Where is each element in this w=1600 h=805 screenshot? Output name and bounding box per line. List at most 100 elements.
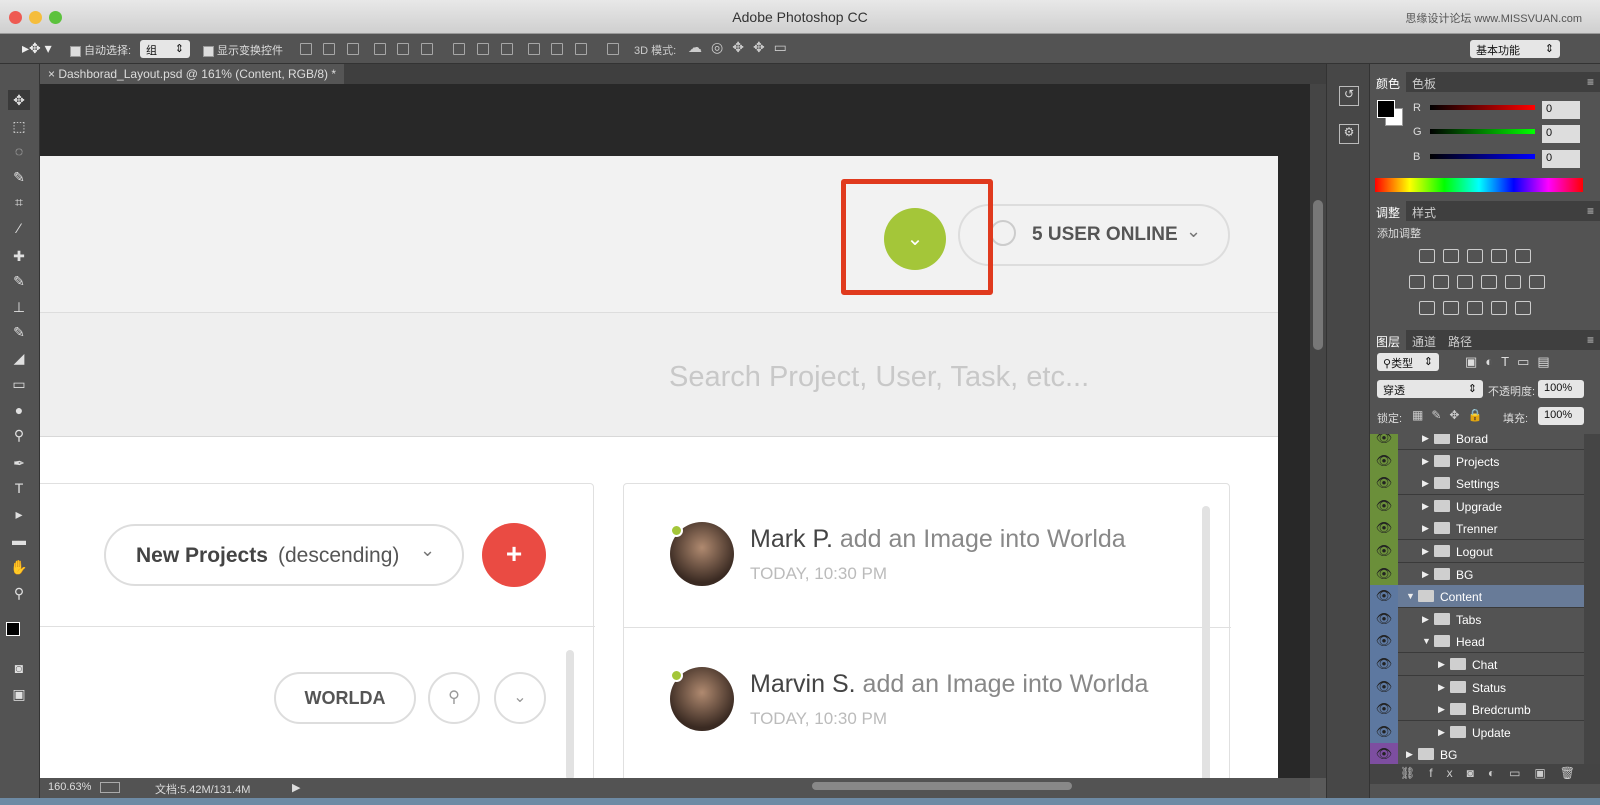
rectangle-tool-icon[interactable]: ▬ [8, 530, 30, 550]
layer-filter-icons[interactable]: ▣◐T▭▤ [1465, 354, 1558, 370]
layer-row[interactable]: 👁 ▶ Borad [1370, 434, 1584, 450]
align-right-icon[interactable] [421, 43, 433, 55]
distribute-left-icon[interactable] [528, 43, 540, 55]
layer-row[interactable]: 👁 ▶ Settings [1370, 472, 1584, 496]
tab-color[interactable]: 颜色 [1370, 72, 1407, 95]
expand-arrow-icon[interactable]: ▶ [1438, 727, 1446, 737]
vertical-scroll-thumb[interactable] [1313, 200, 1323, 350]
visibility-eye-icon[interactable]: 👁 [1370, 743, 1398, 764]
zoom-level[interactable]: 160.63% [48, 781, 91, 793]
auto-align-icon[interactable] [607, 43, 619, 55]
align-left-icon[interactable] [374, 43, 386, 55]
visibility-eye-icon[interactable]: 👁 [1370, 540, 1398, 563]
layer-row[interactable]: 👁 ▶ Trenner [1370, 517, 1584, 541]
lasso-tool-icon[interactable]: ◌ [8, 141, 30, 161]
zoom-preview-icon[interactable] [100, 782, 120, 793]
align-vcenter-icon[interactable] [323, 43, 335, 55]
marquee-tool-icon[interactable]: ⬚ [8, 116, 30, 136]
visibility-eye-icon[interactable]: 👁 [1370, 698, 1398, 722]
eraser-tool-icon[interactable]: ◢ [8, 348, 30, 368]
blur-tool-icon[interactable]: ● [8, 400, 30, 420]
panel-menu-icon[interactable]: ≡ [1581, 330, 1600, 350]
expand-arrow-icon[interactable]: ▶ [1422, 614, 1430, 624]
zoom-tool-icon[interactable]: ⚲ [8, 583, 30, 603]
visibility-eye-icon[interactable]: 👁 [1370, 675, 1398, 699]
move-tool-icon[interactable]: ✥ [8, 90, 30, 110]
visibility-eye-icon[interactable]: 👁 [1370, 607, 1398, 631]
layer-row[interactable]: 👁 ▶ BG [1370, 743, 1584, 764]
channel-r-value[interactable]: 0 [1542, 101, 1580, 119]
move-tool-preset-icon[interactable]: ▸✥ ▾ [22, 40, 52, 57]
posterize-adjust-icon[interactable] [1443, 301, 1459, 315]
expand-arrow-icon[interactable]: ▶ [1422, 501, 1430, 511]
black-white-adjust-icon[interactable] [1457, 275, 1473, 289]
expand-arrow-icon[interactable]: ▶ [1406, 749, 1414, 759]
layer-row[interactable]: 👁 ▶ Tabs [1370, 607, 1584, 631]
document-tab[interactable]: × Dashborad_Layout.psd @ 161% (Content, … [40, 64, 345, 84]
dodge-tool-icon[interactable]: ⚲ [8, 425, 30, 445]
selective-color-adjust-icon[interactable] [1491, 301, 1507, 315]
levels-adjust-icon[interactable] [1443, 249, 1459, 263]
clone-stamp-tool-icon[interactable]: ⊥ [8, 297, 30, 317]
distribute-right-icon[interactable] [575, 43, 587, 55]
pen-tool-icon[interactable]: ✒ [8, 453, 30, 473]
foreground-color-swatch[interactable] [6, 622, 20, 636]
history-brush-tool-icon[interactable]: ✎ [8, 322, 30, 342]
auto-select-dropdown[interactable]: 组 ⇕ [140, 40, 190, 58]
visibility-eye-icon[interactable]: 👁 [1370, 630, 1398, 654]
color-spectrum-bar[interactable] [1375, 178, 1583, 192]
layer-row[interactable]: 👁 ▶ Upgrade [1370, 494, 1584, 518]
tab-adjustments[interactable]: 调整 [1370, 201, 1407, 224]
layer-row[interactable]: 👁 ▼ Content [1370, 585, 1584, 609]
status-menu-arrow-icon[interactable]: ▶ [292, 781, 300, 794]
expand-arrow-icon[interactable]: ▶ [1422, 569, 1430, 579]
quick-select-tool-icon[interactable]: ✎ [8, 167, 30, 187]
layer-row[interactable]: 👁 ▶ Chat [1370, 653, 1584, 676]
layer-row[interactable]: 👁 ▶ Logout [1370, 540, 1584, 563]
channel-g-value[interactable]: 0 [1542, 125, 1580, 143]
invert-adjust-icon[interactable] [1419, 301, 1435, 315]
visibility-eye-icon[interactable]: 👁 [1370, 585, 1398, 609]
screen-mode-icon[interactable]: ▣ [8, 684, 30, 704]
workspace-dropdown[interactable]: 基本功能 ⇕ [1470, 40, 1560, 58]
expand-arrow-icon[interactable]: ▶ [1438, 704, 1446, 714]
tab-paths[interactable]: 路径 [1442, 330, 1478, 353]
distribute-vcenter-icon[interactable] [477, 43, 489, 55]
visibility-eye-icon[interactable]: 👁 [1370, 472, 1398, 496]
eyedropper-tool-icon[interactable]: ⁄ [8, 218, 30, 238]
properties-panel-icon[interactable]: ⚙ [1339, 124, 1359, 144]
panel-menu-icon[interactable]: ≡ [1581, 201, 1600, 221]
expand-arrow-icon[interactable]: ▶ [1422, 434, 1430, 443]
gradient-tool-icon[interactable]: ▭ [8, 374, 30, 394]
photo-filter-adjust-icon[interactable] [1481, 275, 1497, 289]
fill-input[interactable]: 100% [1538, 407, 1584, 425]
layer-row[interactable]: 👁 ▶ Update [1370, 720, 1584, 744]
channel-r-slider[interactable] [1430, 105, 1535, 110]
visibility-eye-icon[interactable]: 👁 [1370, 494, 1398, 518]
layer-row[interactable]: 👁 ▶ Bredcrumb [1370, 698, 1584, 722]
brightness-adjust-icon[interactable] [1419, 249, 1435, 263]
document-canvas[interactable]: ⌄ 5 USER ONLINE ⌄ Search Project, User, … [40, 84, 1310, 778]
threshold-adjust-icon[interactable] [1467, 301, 1483, 315]
vibrance-adjust-icon[interactable] [1515, 249, 1531, 263]
exposure-adjust-icon[interactable] [1491, 249, 1507, 263]
lock-icons[interactable]: ▦✎✥🔒 [1412, 408, 1490, 422]
type-tool-icon[interactable]: T [8, 478, 30, 498]
channel-g-slider[interactable] [1430, 129, 1535, 134]
crop-tool-icon[interactable]: ⌗ [8, 192, 30, 212]
visibility-eye-icon[interactable]: 👁 [1370, 449, 1398, 473]
collapse-arrow-icon[interactable]: ▼ [1422, 636, 1431, 646]
layers-footer-icons[interactable]: ⛓fx◙◐▭▣🗑 [1370, 764, 1600, 784]
color-balance-adjust-icon[interactable] [1433, 275, 1449, 289]
tab-layers[interactable]: 图层 [1370, 330, 1407, 353]
blend-mode-dropdown[interactable]: 穿透 ⇕ [1377, 380, 1483, 398]
visibility-eye-icon[interactable]: 👁 [1370, 653, 1398, 676]
visibility-eye-icon[interactable]: 👁 [1370, 562, 1398, 586]
channel-b-value[interactable]: 0 [1542, 150, 1580, 168]
history-panel-icon[interactable]: ↺ [1339, 86, 1359, 106]
brush-tool-icon[interactable]: ✎ [8, 271, 30, 291]
layer-row[interactable]: 👁 ▶ BG [1370, 562, 1584, 586]
panel-menu-icon[interactable]: ≡ [1581, 72, 1600, 92]
distribute-top-icon[interactable] [453, 43, 465, 55]
distribute-bottom-icon[interactable] [501, 43, 513, 55]
